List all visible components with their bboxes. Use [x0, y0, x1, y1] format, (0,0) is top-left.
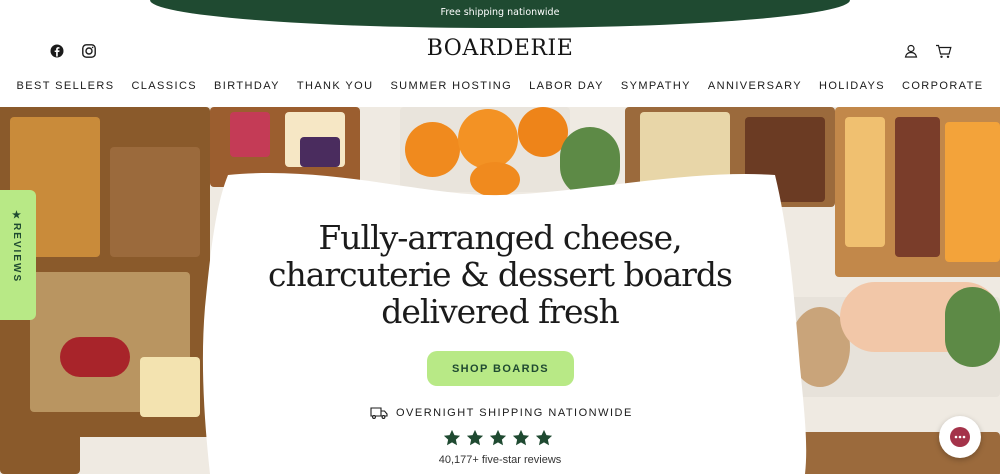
announcement-text: Free shipping nationwide	[440, 7, 560, 18]
star-icon	[535, 429, 553, 446]
hero-headline-line-3: delivered fresh	[381, 292, 620, 331]
nav-labor-day[interactable]: LABOR DAY	[529, 80, 604, 96]
truck-icon	[370, 407, 388, 419]
shipping-text: OVERNIGHT SHIPPING NATIONWIDE	[396, 407, 633, 419]
nav-anniversary[interactable]: ANNIVERSARY	[708, 80, 802, 96]
hero-headline: Fully-arranged cheese, charcuterie & des…	[210, 219, 790, 330]
nav-thank-you[interactable]: THANK YOU	[297, 80, 374, 96]
nav-classics[interactable]: CLASSICS	[131, 80, 197, 96]
reviews-count: 40,177+ five-star reviews	[438, 454, 562, 466]
cart-icon[interactable]	[934, 42, 952, 60]
nav-best-sellers[interactable]: BEST SELLERS	[17, 80, 115, 96]
chat-button[interactable]	[939, 416, 981, 458]
brand-logo[interactable]: BOARDERIE	[0, 36, 1000, 61]
nav-birthday[interactable]: BIRTHDAY	[214, 80, 280, 96]
nav-corporate[interactable]: CORPORATE	[902, 80, 983, 96]
user-icon[interactable]	[902, 42, 920, 60]
hero-section: Fully-arranged cheese, charcuterie & des…	[0, 107, 1000, 474]
hero-headline-line-1: Fully-arranged cheese,	[318, 218, 682, 257]
reviews-tab-label: ★REVIEWS	[11, 210, 22, 284]
shop-boards-button[interactable]: SHOP BOARDS	[427, 351, 574, 386]
site-header: BOARDERIE	[0, 30, 1000, 75]
chat-icon	[950, 427, 970, 447]
star-icon	[489, 429, 507, 446]
star-icon	[443, 429, 461, 446]
shipping-note: OVERNIGHT SHIPPING NATIONWIDE	[370, 405, 640, 421]
nav-holidays[interactable]: HOLIDAYS	[819, 80, 885, 96]
hero-headline-line-2: charcuterie & dessert boards	[267, 255, 733, 294]
star-icon	[512, 429, 530, 446]
header-actions	[902, 42, 952, 60]
main-nav: BEST SELLERS CLASSICS BIRTHDAY THANK YOU…	[0, 80, 1000, 96]
announcement-bar: Free shipping nationwide	[150, 0, 850, 28]
nav-sympathy[interactable]: SYMPATHY	[621, 80, 691, 96]
star-icon	[466, 429, 484, 446]
rating-stars	[443, 429, 553, 447]
nav-summer-hosting[interactable]: SUMMER HOSTING	[390, 80, 512, 96]
reviews-side-tab[interactable]: ★REVIEWS	[0, 190, 36, 320]
